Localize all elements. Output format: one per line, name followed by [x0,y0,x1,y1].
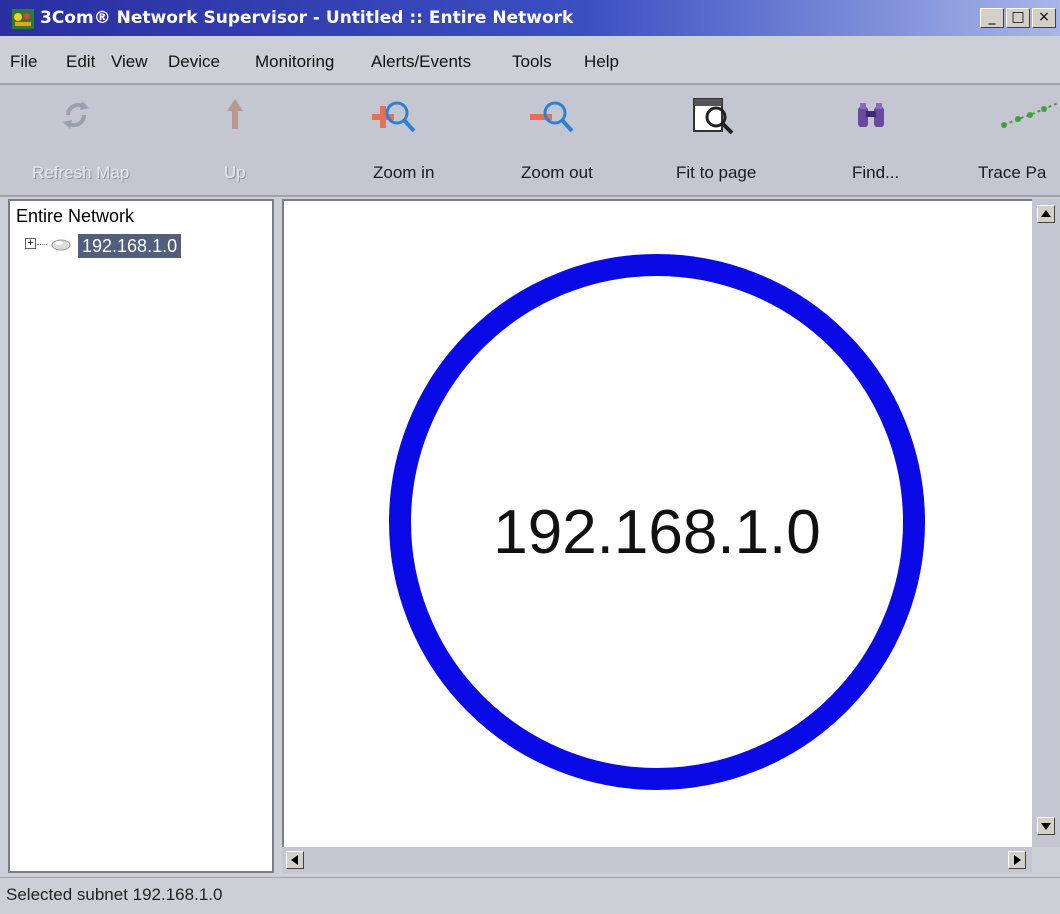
menu-view[interactable]: View [111,52,148,72]
menu-help[interactable]: Help [584,52,619,72]
menu-edit[interactable]: Edit [66,52,95,72]
up-button[interactable]: Up [200,85,270,195]
scroll-left-button[interactable] [286,851,304,869]
zoom-out-button[interactable]: Zoom out [500,85,630,195]
tree-root-label[interactable]: Entire Network [16,206,134,227]
zoom-out-icon [530,101,574,133]
find-binoculars-icon [858,103,884,127]
menu-device[interactable]: Device [168,52,220,72]
maximize-button[interactable]: □ [1006,8,1030,28]
zoom-in-icon [372,101,416,133]
menu-monitoring[interactable]: Monitoring [255,52,334,72]
up-arrow-icon [227,99,243,129]
menu-file[interactable]: File [10,52,37,72]
trace-path-label: Trace Pa [978,163,1047,182]
toolbar: Refresh Map Up Zoom in Zoom out Fit to p… [0,83,1060,197]
menu-alerts-events[interactable]: Alerts/Events [371,52,471,72]
menu-tools[interactable]: Tools [512,52,552,72]
vertical-scrollbar[interactable] [1032,199,1060,847]
scroll-down-arrow-icon [1041,823,1051,830]
find-button[interactable]: Find... [830,85,930,195]
refresh-map-button[interactable]: Refresh Map [0,85,129,195]
app-icon [12,9,34,29]
status-text: Selected subnet 192.168.1.0 [6,885,223,904]
scroll-right-arrow-icon [1014,855,1021,865]
refresh-icon [63,101,89,129]
trace-path-icon [1001,102,1059,128]
trace-path-button[interactable]: Trace Pa [970,85,1060,195]
window-title: 3Com® Network Supervisor - Untitled :: E… [40,8,574,28]
scroll-up-button[interactable] [1037,205,1055,223]
zoom-in-button[interactable]: Zoom in [350,85,470,195]
fit-to-page-icon [693,98,734,135]
tree-expand-icon[interactable]: + [25,238,36,249]
horizontal-scrollbar[interactable] [282,847,1032,873]
zoom-in-label: Zoom in [373,163,435,182]
refresh-map-label: Refresh Map [32,163,130,182]
title-bar: 3Com® Network Supervisor - Untitled :: E… [0,0,1060,36]
up-label: Up [224,163,246,182]
zoom-out-label: Zoom out [521,163,593,182]
fit-to-page-label: Fit to page [676,163,757,182]
subnet-node-label[interactable]: 192.168.1.0 [493,498,821,567]
close-button[interactable]: × [1032,8,1056,28]
scroll-left-arrow-icon [291,855,298,865]
network-tree-panel [8,199,274,873]
find-label: Find... [852,163,900,182]
subnet-icon [51,239,71,251]
network-map-drawing: 192.168.1.0 [389,254,925,790]
minimize-button[interactable]: _ [980,8,1004,28]
scroll-down-button[interactable] [1037,817,1055,835]
tree-connector-line [37,244,47,245]
fit-to-page-button[interactable]: Fit to page [660,85,800,195]
tree-item-subnet[interactable]: 192.168.1.0 [78,234,182,258]
scroll-up-arrow-icon [1041,210,1051,217]
scroll-right-button[interactable] [1008,851,1026,869]
